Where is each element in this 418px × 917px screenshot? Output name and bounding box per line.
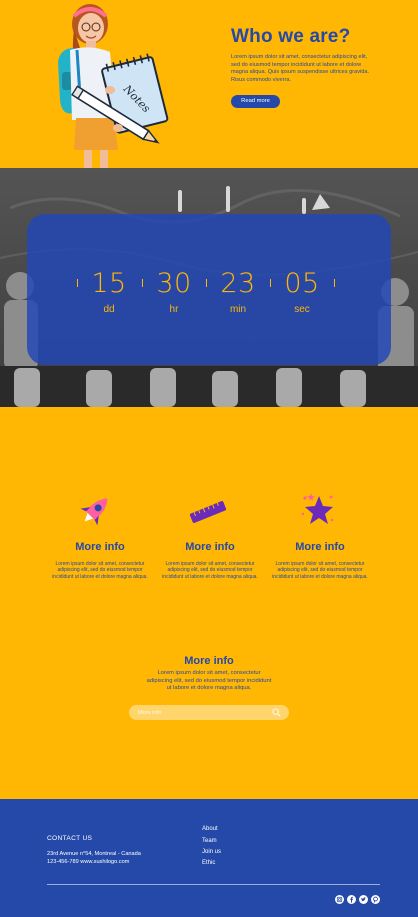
footer-link-team[interactable]: Team — [202, 838, 217, 844]
contact-title: CONTACT US — [47, 835, 93, 842]
search-icon[interactable] — [272, 708, 281, 717]
hero-section: Notes Who we are? Lorem ipsum dolor sit … — [0, 0, 418, 168]
info-section-description: Lorem ipsum dolor sit amet, consectetur … — [146, 670, 272, 692]
countdown-divider — [77, 279, 78, 287]
footer-divider — [47, 884, 380, 885]
search-bar — [129, 705, 289, 720]
instagram-icon[interactable] — [335, 895, 344, 904]
countdown-days-value: 15 — [91, 268, 127, 299]
search-input[interactable] — [138, 705, 266, 720]
footer: CONTACT US 23rd Avenue n°54, Montreal - … — [0, 799, 418, 917]
pinterest-icon[interactable] — [371, 895, 380, 904]
countdown-divider — [206, 279, 207, 287]
feature-description: Lorem ipsum dolor sit amet, consectetur … — [162, 561, 258, 580]
countdown-seconds-label: sec — [294, 304, 310, 315]
countdown-hours-value: 30 — [156, 268, 192, 299]
feature-title: More info — [75, 541, 125, 553]
feature-description: Lorem ipsum dolor sit amet, consectetur … — [52, 561, 148, 580]
ruler-icon — [189, 501, 227, 523]
facebook-icon[interactable] — [347, 895, 356, 904]
rocket-icon — [80, 498, 108, 526]
countdown-seconds-value: 05 — [284, 268, 320, 299]
page-title: Who we are? — [231, 26, 351, 47]
footer-link-about[interactable]: About — [202, 826, 218, 832]
footer-link-join-us[interactable]: Join us — [202, 849, 221, 855]
countdown-divider — [270, 279, 271, 287]
countdown-minutes-label: min — [229, 304, 247, 315]
countdown-divider — [334, 279, 335, 287]
countdown-days-label: dd — [103, 304, 115, 315]
countdown-hours-label: hr — [169, 304, 179, 315]
countdown-seconds: 05 sec — [272, 270, 332, 316]
twitter-icon[interactable] — [359, 895, 368, 904]
footer-link-ethic[interactable]: Ethic — [202, 860, 215, 866]
contact-address: 23rd Avenue n°54, Montreal - Canada — [47, 851, 141, 857]
contact-phone-website: 123-456-789 www.sushilogo.com — [47, 859, 130, 865]
countdown-hours: 30 hr — [144, 270, 204, 316]
hero-description: Lorem ipsum dolor sit amet, consectetur … — [231, 54, 370, 83]
feature-title: More info — [185, 541, 235, 553]
feature-title: More info — [295, 541, 345, 553]
countdown-divider — [142, 279, 143, 287]
countdown-minutes: 23 min — [208, 270, 268, 316]
star-icon — [301, 493, 334, 524]
student-holding-notes-illustration: Notes — [58, 4, 169, 168]
info-section-title: More info — [184, 655, 234, 667]
read-more-button[interactable]: Read more — [231, 95, 280, 108]
countdown-days: 15 dd — [79, 270, 139, 316]
feature-description: Lorem ipsum dolor sit amet, consectetur … — [272, 561, 368, 580]
countdown-minutes-value: 23 — [220, 268, 256, 299]
